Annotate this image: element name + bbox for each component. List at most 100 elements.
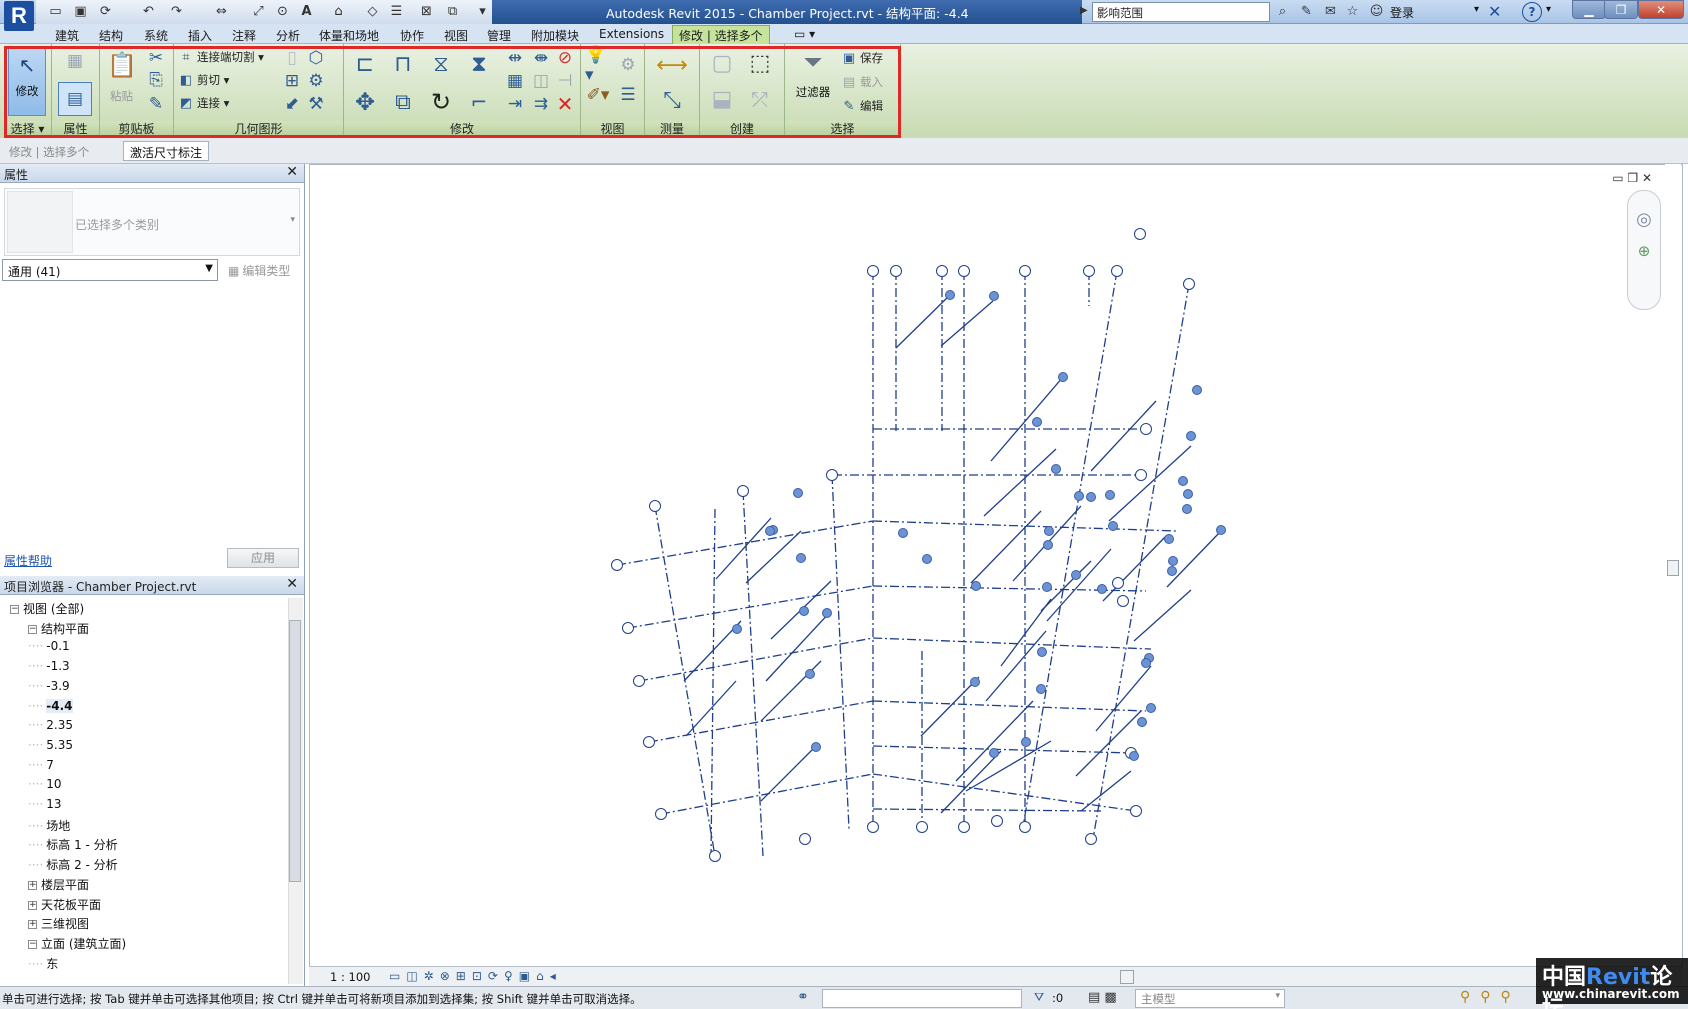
- section-icon[interactable]: ◇: [364, 3, 381, 20]
- grid-line[interactable]: [654, 505, 716, 857]
- tree-item[interactable]: ···· 5.35: [28, 738, 73, 752]
- trim-multiple-icon[interactable]: ⇉: [530, 94, 552, 114]
- element-tag-bubble[interactable]: [796, 553, 806, 563]
- element-tag-bubble[interactable]: [822, 608, 832, 618]
- element-tag-bubble[interactable]: [989, 291, 999, 301]
- paint-icon[interactable]: ⬋: [282, 94, 302, 114]
- element-tag-bubble[interactable]: [1032, 417, 1042, 427]
- grid-bubble[interactable]: [916, 821, 928, 833]
- grid-bubble[interactable]: [1085, 833, 1097, 845]
- grid-bubble[interactable]: [1112, 577, 1124, 589]
- user-icon[interactable]: ☺: [1368, 3, 1385, 20]
- favorites-icon[interactable]: ☆: [1344, 3, 1361, 20]
- filter-button[interactable]: ⏷ 过滤器: [791, 48, 835, 118]
- tab-architecture[interactable]: 建筑: [55, 27, 79, 44]
- tree-item[interactable]: ···· 标高 1 - 分析: [28, 836, 118, 853]
- element-tag-bubble[interactable]: [765, 526, 775, 536]
- grid-line[interactable]: [872, 808, 1102, 812]
- view-window-controls[interactable]: ▭ ❐ ✕: [1612, 171, 1652, 185]
- grid-bubble[interactable]: [655, 808, 667, 820]
- element-tag-bubble[interactable]: [898, 528, 908, 538]
- grid-bubble[interactable]: [1019, 821, 1031, 833]
- tree-item[interactable]: + 楼层平面: [28, 876, 89, 893]
- grid-bubble[interactable]: [991, 815, 1003, 827]
- aligned-dimension-icon[interactable]: ⤡: [649, 84, 695, 116]
- grid-bubble[interactable]: [1135, 469, 1147, 481]
- grid-bubble[interactable]: [611, 559, 623, 571]
- beam-line[interactable]: [765, 610, 832, 682]
- create-parts-icon[interactable]: ⬚: [744, 48, 776, 78]
- element-tag-bubble[interactable]: [1058, 372, 1068, 382]
- tree-item[interactable]: ···· 13: [28, 797, 62, 811]
- beam-line[interactable]: [920, 676, 980, 737]
- design-option-dropdown[interactable]: 主模型 ▾: [1135, 989, 1285, 1008]
- element-tag-bubble[interactable]: [811, 742, 821, 752]
- canvas-vertical-scrollbar[interactable]: [1665, 164, 1681, 964]
- edit-selection-button[interactable]: ✎ 编辑: [841, 98, 883, 115]
- split-face-icon[interactable]: ⬡: [306, 48, 326, 68]
- element-tag-bubble[interactable]: [1141, 658, 1151, 668]
- tab-collaborate[interactable]: 协作: [400, 27, 424, 44]
- element-tag-bubble[interactable]: [1097, 584, 1107, 594]
- beam-line[interactable]: [940, 300, 994, 347]
- text-icon[interactable]: A: [298, 3, 315, 20]
- tab-view[interactable]: 视图: [444, 27, 468, 44]
- cope-button[interactable]: ⌗ 连接端切割 ▾: [178, 49, 264, 66]
- tab-add-ins[interactable]: 附加模块: [531, 27, 579, 44]
- element-tag-bubble[interactable]: [1167, 566, 1177, 576]
- beam-line[interactable]: [990, 376, 1064, 462]
- element-tag-bubble[interactable]: [1178, 476, 1188, 486]
- worksets-icon[interactable]: ⚭: [797, 989, 809, 1005]
- delete-icon[interactable]: ✕: [554, 92, 576, 116]
- beam-line[interactable]: [745, 530, 802, 584]
- element-tag-bubble[interactable]: [1137, 717, 1147, 727]
- category-filter-dropdown[interactable]: 通用 (41) ▼: [2, 259, 218, 281]
- element-tag-bubble[interactable]: [1183, 489, 1193, 499]
- navigation-bar[interactable]: ◎ ⊕: [1627, 190, 1661, 310]
- beam-line[interactable]: [715, 517, 772, 580]
- zoom-icon[interactable]: ⊕: [1628, 242, 1660, 260]
- hide-in-view-icon[interactable]: 💡▾: [585, 45, 611, 85]
- canvas-vscroll-thumb[interactable]: [1667, 560, 1679, 576]
- tab-extensions[interactable]: Extensions: [599, 27, 664, 41]
- grid-bubble[interactable]: [1117, 595, 1129, 607]
- element-tag-bubble[interactable]: [1216, 525, 1226, 535]
- beam-join-icon[interactable]: ⊞: [282, 71, 302, 91]
- tree-item[interactable]: ···· 场地: [28, 817, 70, 834]
- element-tag-bubble[interactable]: [1044, 526, 1054, 536]
- mirror-draw-axis-icon[interactable]: ⧗: [462, 48, 496, 80]
- align-icon[interactable]: ⊏: [348, 48, 382, 80]
- expand-icon[interactable]: +: [28, 920, 37, 930]
- tab-insert[interactable]: 插入: [188, 27, 212, 44]
- tab-modify-select-multiple[interactable]: 修改 | 选择多个: [672, 25, 770, 44]
- measure-qa-icon[interactable]: ⇔: [213, 3, 230, 20]
- grid-line[interactable]: [648, 700, 874, 743]
- element-tag-bubble[interactable]: [1105, 490, 1115, 500]
- selection-options-icons[interactable]: ⚲⚲⚲: [1460, 989, 1521, 1005]
- grid-line[interactable]: [831, 474, 850, 830]
- close-hidden-icon[interactable]: ⊠: [418, 3, 435, 20]
- grid-bubble[interactable]: [1140, 423, 1152, 435]
- tree-item[interactable]: ···· 2.35: [28, 718, 73, 732]
- activate-dimensions-button[interactable]: 激活尺寸标注: [123, 141, 210, 161]
- grid-bubble[interactable]: [1083, 265, 1095, 277]
- element-tag-bubble[interactable]: [1108, 521, 1118, 531]
- subscription-icon[interactable]: ✎: [1298, 3, 1315, 20]
- switch-windows-icon[interactable]: ⧉: [444, 3, 461, 20]
- beam-line[interactable]: [1133, 589, 1192, 642]
- array-icon[interactable]: ▦: [504, 71, 526, 91]
- grid-line[interactable]: [627, 585, 874, 629]
- tree-item[interactable]: − 立面 (建筑立面): [28, 935, 126, 952]
- tree-item[interactable]: + 天花板平面: [28, 896, 101, 913]
- join-button[interactable]: ◩ 连接 ▾: [178, 95, 230, 112]
- collapse-icon[interactable]: −: [10, 605, 19, 614]
- 3d-view-icon[interactable]: ⌂: [330, 3, 347, 20]
- type-properties-icon[interactable]: ▦: [58, 46, 92, 76]
- login-dropdown-icon[interactable]: ▾: [1474, 4, 1479, 15]
- communication-icon[interactable]: ✉: [1322, 3, 1339, 20]
- element-tag-bubble[interactable]: [989, 748, 999, 758]
- exchange-apps-icon[interactable]: ✕: [1488, 2, 1501, 21]
- element-tag-bubble[interactable]: [1021, 737, 1031, 747]
- maximize-button[interactable]: ❐: [1604, 0, 1638, 19]
- beam-line[interactable]: [895, 292, 953, 349]
